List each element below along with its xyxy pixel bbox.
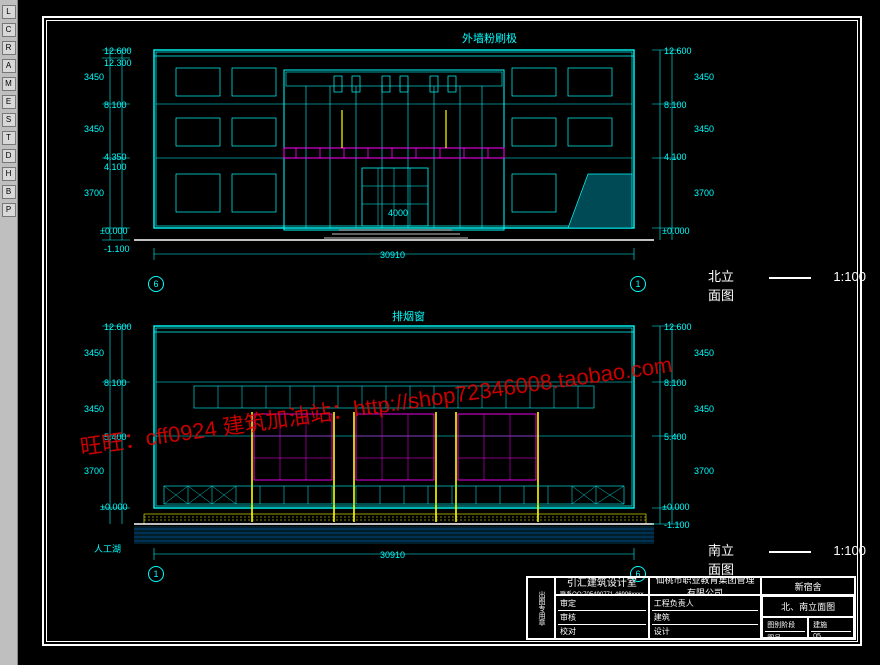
top-note: 外墙粉刷极 (462, 30, 517, 46)
tool-button[interactable]: D (2, 149, 16, 163)
row-label: 校对 (560, 626, 576, 637)
right-block: 北、南立面图 图别阶段 图号 比例 日期 建施 05 1:200/9 2009.… (761, 595, 855, 639)
tool-button[interactable]: H (2, 167, 16, 181)
title-block: 出图专用章 引汇建筑设计室 联系QQ:705490771 46906xxxx 仙… (526, 576, 856, 640)
title-text: 南立面图 (708, 540, 747, 578)
tool-button[interactable]: P (2, 203, 16, 217)
firm-name: 引汇建筑设计室 (567, 577, 637, 589)
south-elevation-title: 南立面图 1:100 (708, 540, 880, 578)
tool-button[interactable]: T (2, 131, 16, 145)
bottom-note: 排烟窗 (392, 308, 425, 324)
scale-text: 1:100 (833, 543, 866, 558)
cad-canvas[interactable]: 30910 4000 外墙粉刷极 12.600 12.300 8.100 4.3… (18, 0, 880, 665)
row-label: 审定 (560, 598, 576, 609)
tool-button[interactable]: L (2, 5, 16, 19)
width-dimension: 30910 (380, 250, 405, 260)
drawing-name: 北、南立面图 (762, 596, 854, 617)
drawing-frame: 30910 4000 外墙粉刷极 12.600 12.300 8.100 4.3… (42, 16, 862, 646)
tool-button[interactable]: R (2, 41, 16, 55)
vertical-toolbar: L C R A M E S T D H B P (0, 0, 18, 665)
r-label: 图号 (767, 633, 781, 638)
left-rows: 审定 审核 校对 专业负责人 (555, 595, 649, 639)
north-elevation: 30910 4000 (134, 40, 654, 278)
tool-button[interactable]: E (2, 95, 16, 109)
grid-bubble: 1 (148, 566, 164, 582)
grid-bubble: 1 (630, 276, 646, 292)
row-label: 建筑 (654, 612, 670, 623)
r-value: 05 (813, 633, 821, 638)
owner-cell: 仙桃市职业教育集团管理有限公司 (649, 577, 762, 595)
row-label: 审核 (560, 612, 576, 623)
project-cell: 新宿舍 (761, 577, 855, 595)
width-dimension: 30910 (380, 550, 405, 560)
firm-cell: 引汇建筑设计室 联系QQ:705490771 46906xxxx (555, 577, 649, 595)
row-label: 工程负责人 (654, 598, 694, 609)
tool-button[interactable]: S (2, 113, 16, 127)
title-text: 北立面图 (708, 266, 747, 304)
row-label: 设计 (654, 626, 670, 637)
stamp-column: 出图专用章 (527, 577, 555, 639)
south-elevation: 30910 (134, 316, 654, 568)
tool-button[interactable]: M (2, 77, 16, 91)
tool-button[interactable]: A (2, 59, 16, 73)
tool-button[interactable]: C (2, 23, 16, 37)
r-value: 建施 (813, 620, 827, 630)
scale-text: 1:100 (833, 269, 866, 284)
grid-bubble: 6 (148, 276, 164, 292)
tool-button[interactable]: B (2, 185, 16, 199)
mid-rows: 工程负责人 建筑 设计 制图 (649, 595, 762, 639)
entry-dimension: 4000 (388, 208, 408, 218)
north-elevation-title: 北立面图 1:100 (708, 266, 880, 304)
r-label: 图别阶段 (767, 620, 795, 630)
